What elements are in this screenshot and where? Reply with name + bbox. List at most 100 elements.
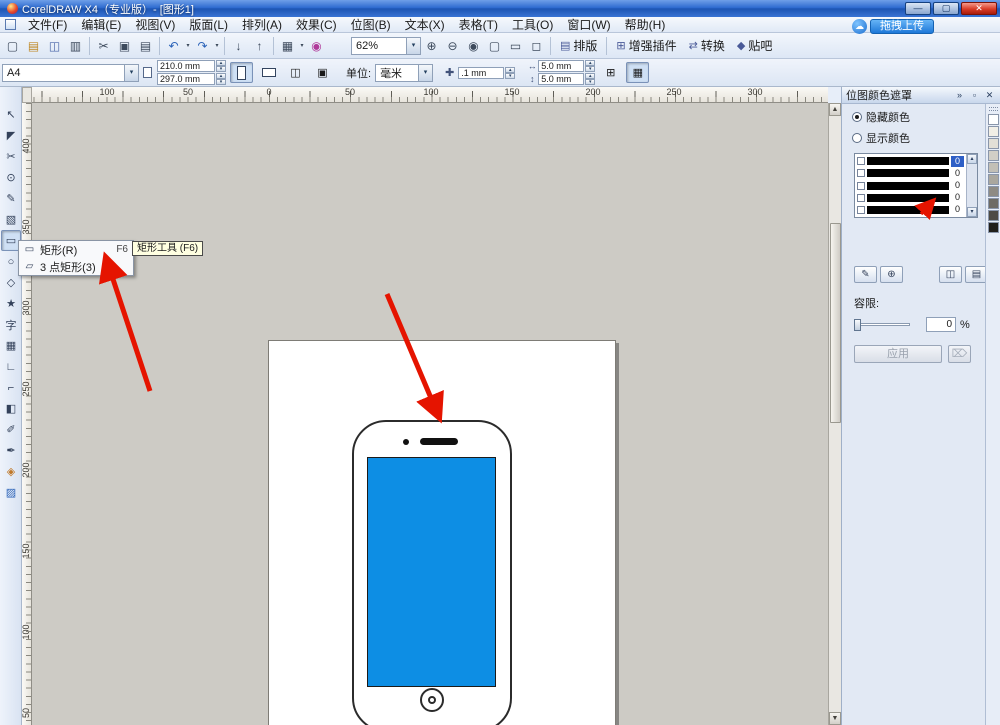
save-mask-button[interactable]: ◫ [939, 266, 962, 283]
duplicate-y-field[interactable]: 5.0 mm [538, 73, 584, 85]
tolerance-field[interactable]: 0 [926, 317, 956, 332]
phone-home-button[interactable] [420, 688, 444, 712]
paste-icon[interactable]: ▤ [135, 35, 156, 56]
cut-icon[interactable]: ✂ [93, 35, 114, 56]
color-swatch[interactable] [988, 198, 999, 209]
all-pages-button[interactable]: ◫ [284, 62, 307, 83]
shape-tool[interactable]: ◤ [1, 125, 21, 146]
open-icon[interactable]: ▤ [23, 35, 44, 56]
menu-text[interactable]: 文本(X) [398, 17, 452, 33]
mask-color-list[interactable]: 0 0 0 0 [854, 153, 978, 218]
mask-color-row[interactable]: 0 [856, 155, 965, 167]
spin-down-icon[interactable]: ▾ [585, 66, 595, 72]
flyout-3point-rectangle-item[interactable]: ▱ 3 点矩形(3) [19, 258, 133, 275]
horizontal-ruler[interactable]: 100 50 0 50 100 150 200 250 300 [32, 87, 828, 103]
zoom-all-objects-icon[interactable]: ▢ [484, 35, 505, 56]
freehand-tool[interactable]: ✎ [1, 188, 21, 209]
phone-drawing[interactable] [352, 420, 512, 725]
drawing-canvas[interactable] [32, 103, 828, 725]
mask-value[interactable]: 0 [951, 204, 964, 215]
palette-drag-handle[interactable] [989, 107, 998, 111]
convert-button[interactable]: ⇄ 转换 [683, 35, 731, 56]
nudge-offset-field[interactable]: .1 mm [458, 67, 504, 79]
menu-file[interactable]: 文件(F) [21, 17, 74, 33]
color-swatch[interactable] [988, 162, 999, 173]
zoom-out-icon[interactable]: ⊖ [442, 35, 463, 56]
mask-checkbox[interactable] [857, 157, 865, 165]
ruler-origin[interactable] [22, 87, 32, 103]
scroll-up-icon[interactable]: ▴ [967, 154, 977, 164]
mask-color-row[interactable]: 0 [856, 167, 965, 179]
maximize-button[interactable]: ▢ [933, 2, 959, 15]
table-tool[interactable]: ▦ [1, 335, 21, 356]
fill-tool[interactable]: ◈ [1, 461, 21, 482]
copy-icon[interactable]: ▣ [114, 35, 135, 56]
docker-collapse-icon[interactable]: » [953, 89, 966, 102]
show-colors-option[interactable]: 显示颜色 [852, 130, 1000, 146]
menu-layout[interactable]: 版面(L) [182, 17, 235, 33]
save-icon[interactable]: ◫ [44, 35, 65, 56]
scroll-down-icon[interactable]: ▼ [829, 712, 841, 725]
treat-as-filled-button[interactable]: ▦ [626, 62, 649, 83]
tolerance-slider-thumb[interactable] [854, 319, 861, 331]
mask-value[interactable]: 0 [951, 168, 964, 179]
corel-online-icon[interactable]: ◉ [306, 35, 327, 56]
zoom-tool[interactable]: ⊙ [1, 167, 21, 188]
layout-plugin-button[interactable]: ▤ 排版 [554, 35, 603, 56]
hide-colors-option[interactable]: 隐藏颜色 [852, 109, 1000, 125]
color-swatch[interactable] [988, 222, 999, 233]
zoom-to-width-icon[interactable]: ◻ [526, 35, 547, 56]
mask-checkbox[interactable] [857, 206, 865, 214]
undo-icon[interactable]: ↶ [163, 35, 184, 56]
menu-bitmaps[interactable]: 位图(B) [344, 17, 398, 33]
docker-float-icon[interactable]: ▫ [968, 89, 981, 102]
zoom-level-combo[interactable]: 62% ▾ [351, 37, 421, 55]
spin-down-icon[interactable]: ▾ [216, 79, 226, 85]
spin-down-icon[interactable]: ▾ [216, 66, 226, 72]
menu-window[interactable]: 窗口(W) [560, 17, 617, 33]
delete-mask-icon[interactable]: ⌦ [948, 345, 971, 363]
enhance-plugin-button[interactable]: ⊞ 增强插件 [610, 35, 682, 56]
scrollbar-thumb[interactable] [830, 223, 841, 423]
page-width-stepper[interactable]: ▴ ▾ [216, 60, 226, 72]
vertical-scrollbar[interactable]: ▲ ▼ [828, 103, 841, 725]
redo-dropdown-icon[interactable]: ▾ [213, 42, 221, 49]
outline-tool[interactable]: ✒ [1, 440, 21, 461]
duplicate-x-stepper[interactable]: ▴ ▾ [585, 60, 595, 72]
mask-value[interactable]: 0 [951, 180, 964, 191]
duplicate-y-stepper[interactable]: ▴ ▾ [585, 73, 595, 85]
undo-dropdown-icon[interactable]: ▾ [184, 42, 192, 49]
docker-close-icon[interactable]: ✕ [983, 89, 996, 102]
document-icon[interactable] [5, 19, 16, 30]
flyout-rectangle-item[interactable]: ▭ 矩形(R) F6 [19, 241, 133, 258]
scroll-up-icon[interactable]: ▲ [829, 103, 841, 116]
zoom-selected-icon[interactable]: ◉ [463, 35, 484, 56]
color-swatch[interactable] [988, 174, 999, 185]
interactive-fill-tool[interactable]: ▨ [1, 482, 21, 503]
dimension-tool[interactable]: ∟ [1, 356, 21, 377]
mask-value[interactable]: 0 [951, 192, 964, 203]
export-icon[interactable]: ↑ [249, 35, 270, 56]
new-document-icon[interactable]: ▢ [2, 35, 23, 56]
portrait-button[interactable] [230, 62, 253, 83]
duplicate-x-field[interactable]: 5.0 mm [538, 60, 584, 72]
crop-tool[interactable]: ✂ [1, 146, 21, 167]
nudge-stepper[interactable]: ▴ ▾ [505, 67, 515, 79]
zoom-to-page-icon[interactable]: ▭ [505, 35, 526, 56]
mask-checkbox[interactable] [857, 194, 865, 202]
spin-down-icon[interactable]: ▾ [505, 73, 515, 79]
vertical-ruler[interactable]: 400 350 300 250 200 150 100 50 [22, 103, 32, 725]
menu-table[interactable]: 表格(T) [452, 17, 505, 33]
zoom-in-icon[interactable]: ⊕ [421, 35, 442, 56]
radio-on-icon[interactable] [852, 112, 862, 122]
eyedropper-button[interactable]: ✎ [854, 266, 877, 283]
drag-upload-button[interactable]: 拖拽上传 [870, 19, 934, 34]
tolerance-slider[interactable] [854, 323, 910, 326]
menu-arrange[interactable]: 排列(A) [235, 17, 289, 33]
blend-tool[interactable]: ◧ [1, 398, 21, 419]
redo-icon[interactable]: ↷ [192, 35, 213, 56]
color-swatch[interactable] [988, 150, 999, 161]
phone-camera-dot[interactable] [403, 439, 409, 445]
page-width-field[interactable]: 210.0 mm [157, 60, 215, 72]
phone-speaker-bar[interactable] [420, 438, 458, 445]
